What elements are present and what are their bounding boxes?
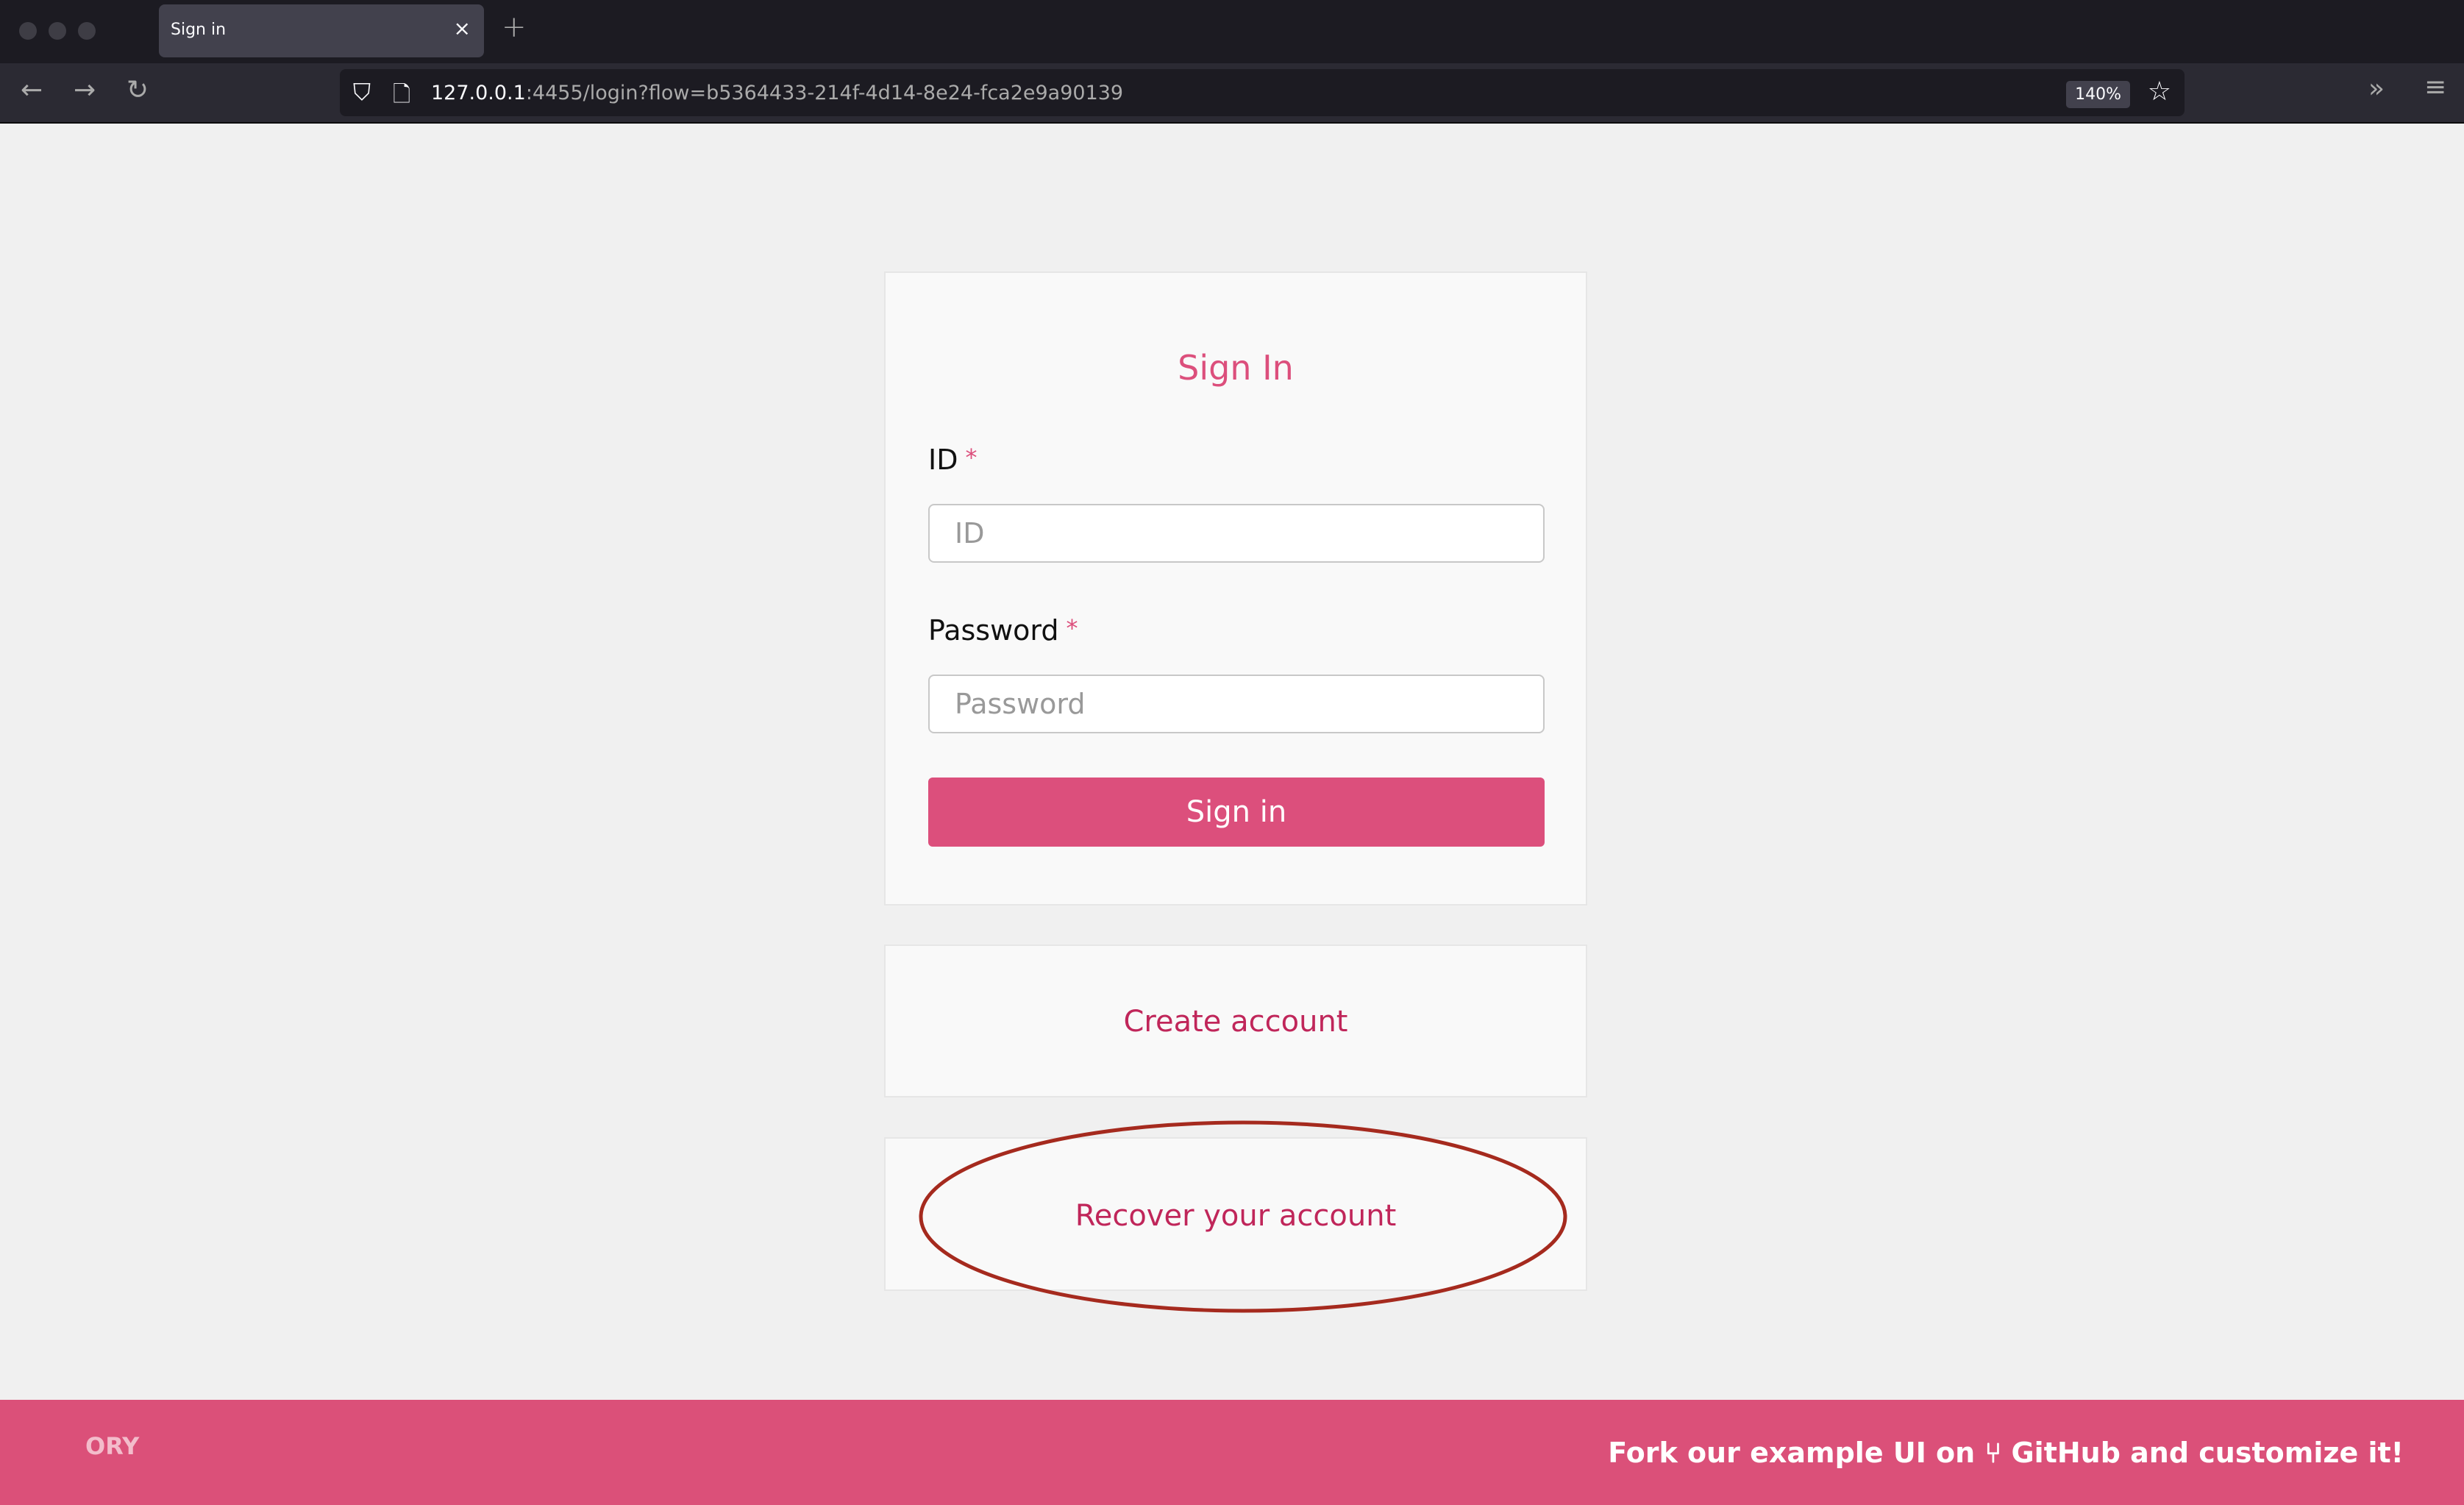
- ory-logo[interactable]: ORY: [85, 1432, 139, 1460]
- footer: ORY Fork our example UI on ⑂ GitHub and …: [0, 1400, 2464, 1505]
- annotation-ellipse: [919, 1120, 1567, 1313]
- fork-github-link[interactable]: Fork our example UI on ⑂ GitHub and cust…: [1608, 1437, 2404, 1469]
